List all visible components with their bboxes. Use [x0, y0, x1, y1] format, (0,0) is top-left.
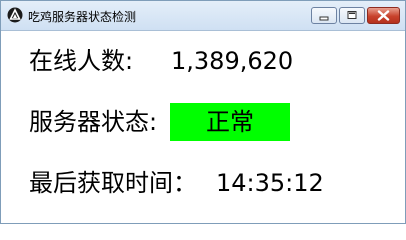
title-bar[interactable]: 吃鸡服务器状态检测 [1, 1, 405, 31]
close-icon [377, 10, 390, 21]
online-count-value: 1,389,620 [171, 47, 294, 75]
minimize-button[interactable] [311, 7, 337, 24]
minimize-icon [319, 16, 329, 21]
last-fetch-time-label: 最后获取时间： [29, 169, 197, 197]
maximize-icon [347, 11, 357, 19]
online-count-label: 在线人数: [29, 47, 134, 75]
close-button[interactable] [367, 7, 400, 24]
server-status-badge: 正常 [170, 103, 290, 141]
maximize-button[interactable] [339, 7, 365, 24]
last-fetch-time-value: 14:35:12 [216, 169, 324, 197]
window-title: 吃鸡服务器状态检测 [28, 10, 137, 24]
app-logo-icon [7, 7, 23, 23]
server-status-label: 服务器状态: [29, 108, 158, 136]
app-window: 吃鸡服务器状态检测 在线人数: 1,389,620 服务器状态: 正常 最后获取… [0, 0, 406, 224]
